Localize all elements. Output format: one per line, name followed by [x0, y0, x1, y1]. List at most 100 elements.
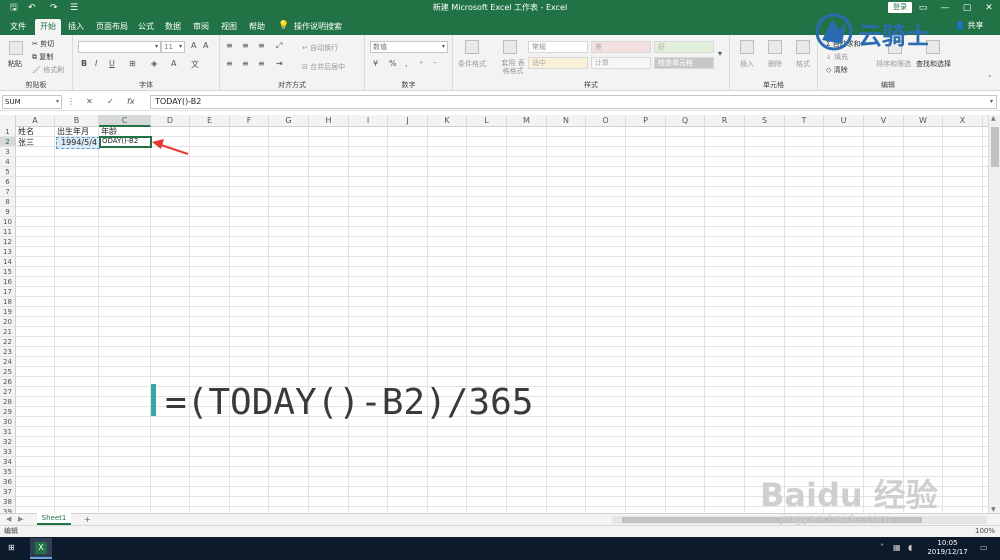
row-header-23[interactable]: 23 — [0, 347, 16, 357]
conditional-format-button[interactable]: 条件格式 — [458, 59, 486, 69]
phonetic-icon[interactable]: 文 — [191, 59, 199, 70]
row-header-32[interactable]: 32 — [0, 437, 16, 447]
row-header-37[interactable]: 37 — [0, 487, 16, 497]
column-header-n[interactable]: N — [547, 115, 586, 127]
enter-icon[interactable]: ✓ — [107, 96, 114, 108]
clear-button[interactable]: ◇ 清除 — [826, 65, 848, 75]
font-name-combo[interactable]: ▾ — [78, 41, 161, 53]
format-painter-button[interactable]: 🖌 格式刷 — [32, 65, 64, 75]
row-header-29[interactable]: 29 — [0, 407, 16, 417]
add-sheet-icon[interactable]: + — [84, 514, 91, 525]
next-sheet-icon[interactable]: ▶ — [18, 514, 23, 525]
formula-input[interactable]: TODAY()-B2 — [150, 95, 997, 109]
style-calculation[interactable]: 计算 — [591, 57, 651, 69]
row-header-24[interactable]: 24 — [0, 357, 16, 367]
tab-page-layout[interactable]: 页面布局 — [91, 19, 133, 35]
column-header-c[interactable]: C — [99, 115, 151, 127]
row-header-3[interactable]: 3 — [0, 147, 16, 157]
table-format-icon[interactable] — [503, 40, 517, 54]
cancel-icon[interactable]: ✕ — [86, 96, 93, 108]
percent-icon[interactable]: % — [389, 59, 397, 68]
style-normal[interactable]: 常规 — [528, 41, 588, 53]
tab-file[interactable]: 文件 — [5, 19, 31, 35]
cell-a1[interactable]: 姓名 — [18, 127, 56, 137]
column-header-o[interactable]: O — [586, 115, 626, 127]
tab-help[interactable]: 帮助 — [244, 19, 270, 35]
format-cells-button[interactable]: 格式 — [796, 59, 810, 69]
number-format-combo[interactable]: 数值 ▾ — [370, 41, 448, 53]
column-header-x[interactable]: X — [943, 115, 983, 127]
expand-formula-icon[interactable]: ▾ — [990, 96, 993, 108]
notifications-icon[interactable]: ▭ — [980, 543, 988, 552]
fill-color-icon[interactable]: ◈ — [151, 59, 157, 68]
border-icon[interactable]: ⊞ — [129, 59, 136, 68]
align-top-icon[interactable]: ≡ — [226, 41, 233, 50]
row-header-10[interactable]: 10 — [0, 217, 16, 227]
scroll-up-icon[interactable]: ▲ — [991, 115, 996, 122]
row-header-34[interactable]: 34 — [0, 457, 16, 467]
column-header-s[interactable]: S — [745, 115, 785, 127]
column-header-q[interactable]: Q — [666, 115, 705, 127]
format-cells-icon[interactable] — [796, 40, 810, 54]
cell-b2[interactable]: 1994/5/4 — [56, 137, 100, 149]
cell-a2[interactable]: 张三 — [18, 138, 56, 148]
cell-c2-editing[interactable]: ODAY()-B2 — [99, 136, 152, 148]
conditional-format-icon[interactable] — [465, 40, 479, 54]
row-header-22[interactable]: 22 — [0, 337, 16, 347]
shrink-font-icon[interactable]: A — [203, 41, 208, 50]
wrap-text-button[interactable]: ↵ 自动换行 — [302, 43, 338, 53]
style-neutral[interactable]: 适中 — [528, 57, 588, 69]
row-header-35[interactable]: 35 — [0, 467, 16, 477]
volume-icon[interactable]: ◖ — [908, 543, 912, 552]
tell-me-search[interactable]: 操作说明搜索 — [289, 19, 347, 35]
row-header-6[interactable]: 6 — [0, 177, 16, 187]
row-header-13[interactable]: 13 — [0, 247, 16, 257]
select-all-corner[interactable] — [0, 115, 16, 127]
table-format-button[interactable]: 套用 表格格式 — [498, 59, 528, 75]
paste-button[interactable]: 粘贴 — [8, 59, 22, 69]
column-header-a[interactable]: A — [16, 115, 55, 127]
row-header-25[interactable]: 25 — [0, 367, 16, 377]
insert-function-icon[interactable]: fx — [127, 96, 135, 108]
column-header-b[interactable]: B — [55, 115, 99, 127]
column-header-j[interactable]: J — [388, 115, 428, 127]
column-header-k[interactable]: K — [428, 115, 467, 127]
column-header-d[interactable]: D — [151, 115, 190, 127]
decrease-decimal-icon[interactable]: ⁻ — [433, 59, 437, 68]
style-check-cell[interactable]: 检查单元格 — [654, 57, 714, 69]
font-color-icon[interactable]: A — [171, 59, 176, 68]
row-header-20[interactable]: 20 — [0, 317, 16, 327]
sheet-tab-sheet1[interactable]: Sheet1 — [37, 513, 71, 525]
row-header-33[interactable]: 33 — [0, 447, 16, 457]
row-header-30[interactable]: 30 — [0, 417, 16, 427]
row-header-27[interactable]: 27 — [0, 387, 16, 397]
paste-icon[interactable] — [9, 41, 23, 55]
row-header-18[interactable]: 18 — [0, 297, 16, 307]
comma-icon[interactable]: , — [405, 59, 408, 68]
increase-decimal-icon[interactable]: ⁺ — [419, 59, 423, 68]
row-header-2[interactable]: 2 — [0, 137, 16, 147]
row-header-17[interactable]: 17 — [0, 287, 16, 297]
insert-cells-icon[interactable] — [740, 40, 754, 54]
row-header-28[interactable]: 28 — [0, 397, 16, 407]
align-bottom-icon[interactable]: ≡ — [258, 41, 265, 50]
row-header-31[interactable]: 31 — [0, 427, 16, 437]
tray-chevron-icon[interactable]: ˄ — [880, 543, 884, 552]
column-header-h[interactable]: H — [309, 115, 349, 127]
row-header-36[interactable]: 36 — [0, 477, 16, 487]
column-header-l[interactable]: L — [467, 115, 507, 127]
row-header-12[interactable]: 12 — [0, 237, 16, 247]
column-header-f[interactable]: F — [230, 115, 269, 127]
find-select-button[interactable]: 查找和选择 — [916, 59, 951, 69]
style-good[interactable]: 好 — [654, 41, 714, 53]
tab-formulas[interactable]: 公式 — [133, 19, 159, 35]
grow-font-icon[interactable]: A — [191, 41, 196, 50]
column-header-t[interactable]: T — [785, 115, 824, 127]
tab-view[interactable]: 视图 — [216, 19, 242, 35]
row-header-38[interactable]: 38 — [0, 497, 16, 507]
excel-taskbar-button[interactable]: X — [30, 538, 52, 559]
scroll-down-icon[interactable]: ▼ — [991, 506, 996, 513]
delete-cells-button[interactable]: 删除 — [768, 59, 782, 69]
tab-review[interactable]: 审阅 — [188, 19, 214, 35]
row-header-11[interactable]: 11 — [0, 227, 16, 237]
